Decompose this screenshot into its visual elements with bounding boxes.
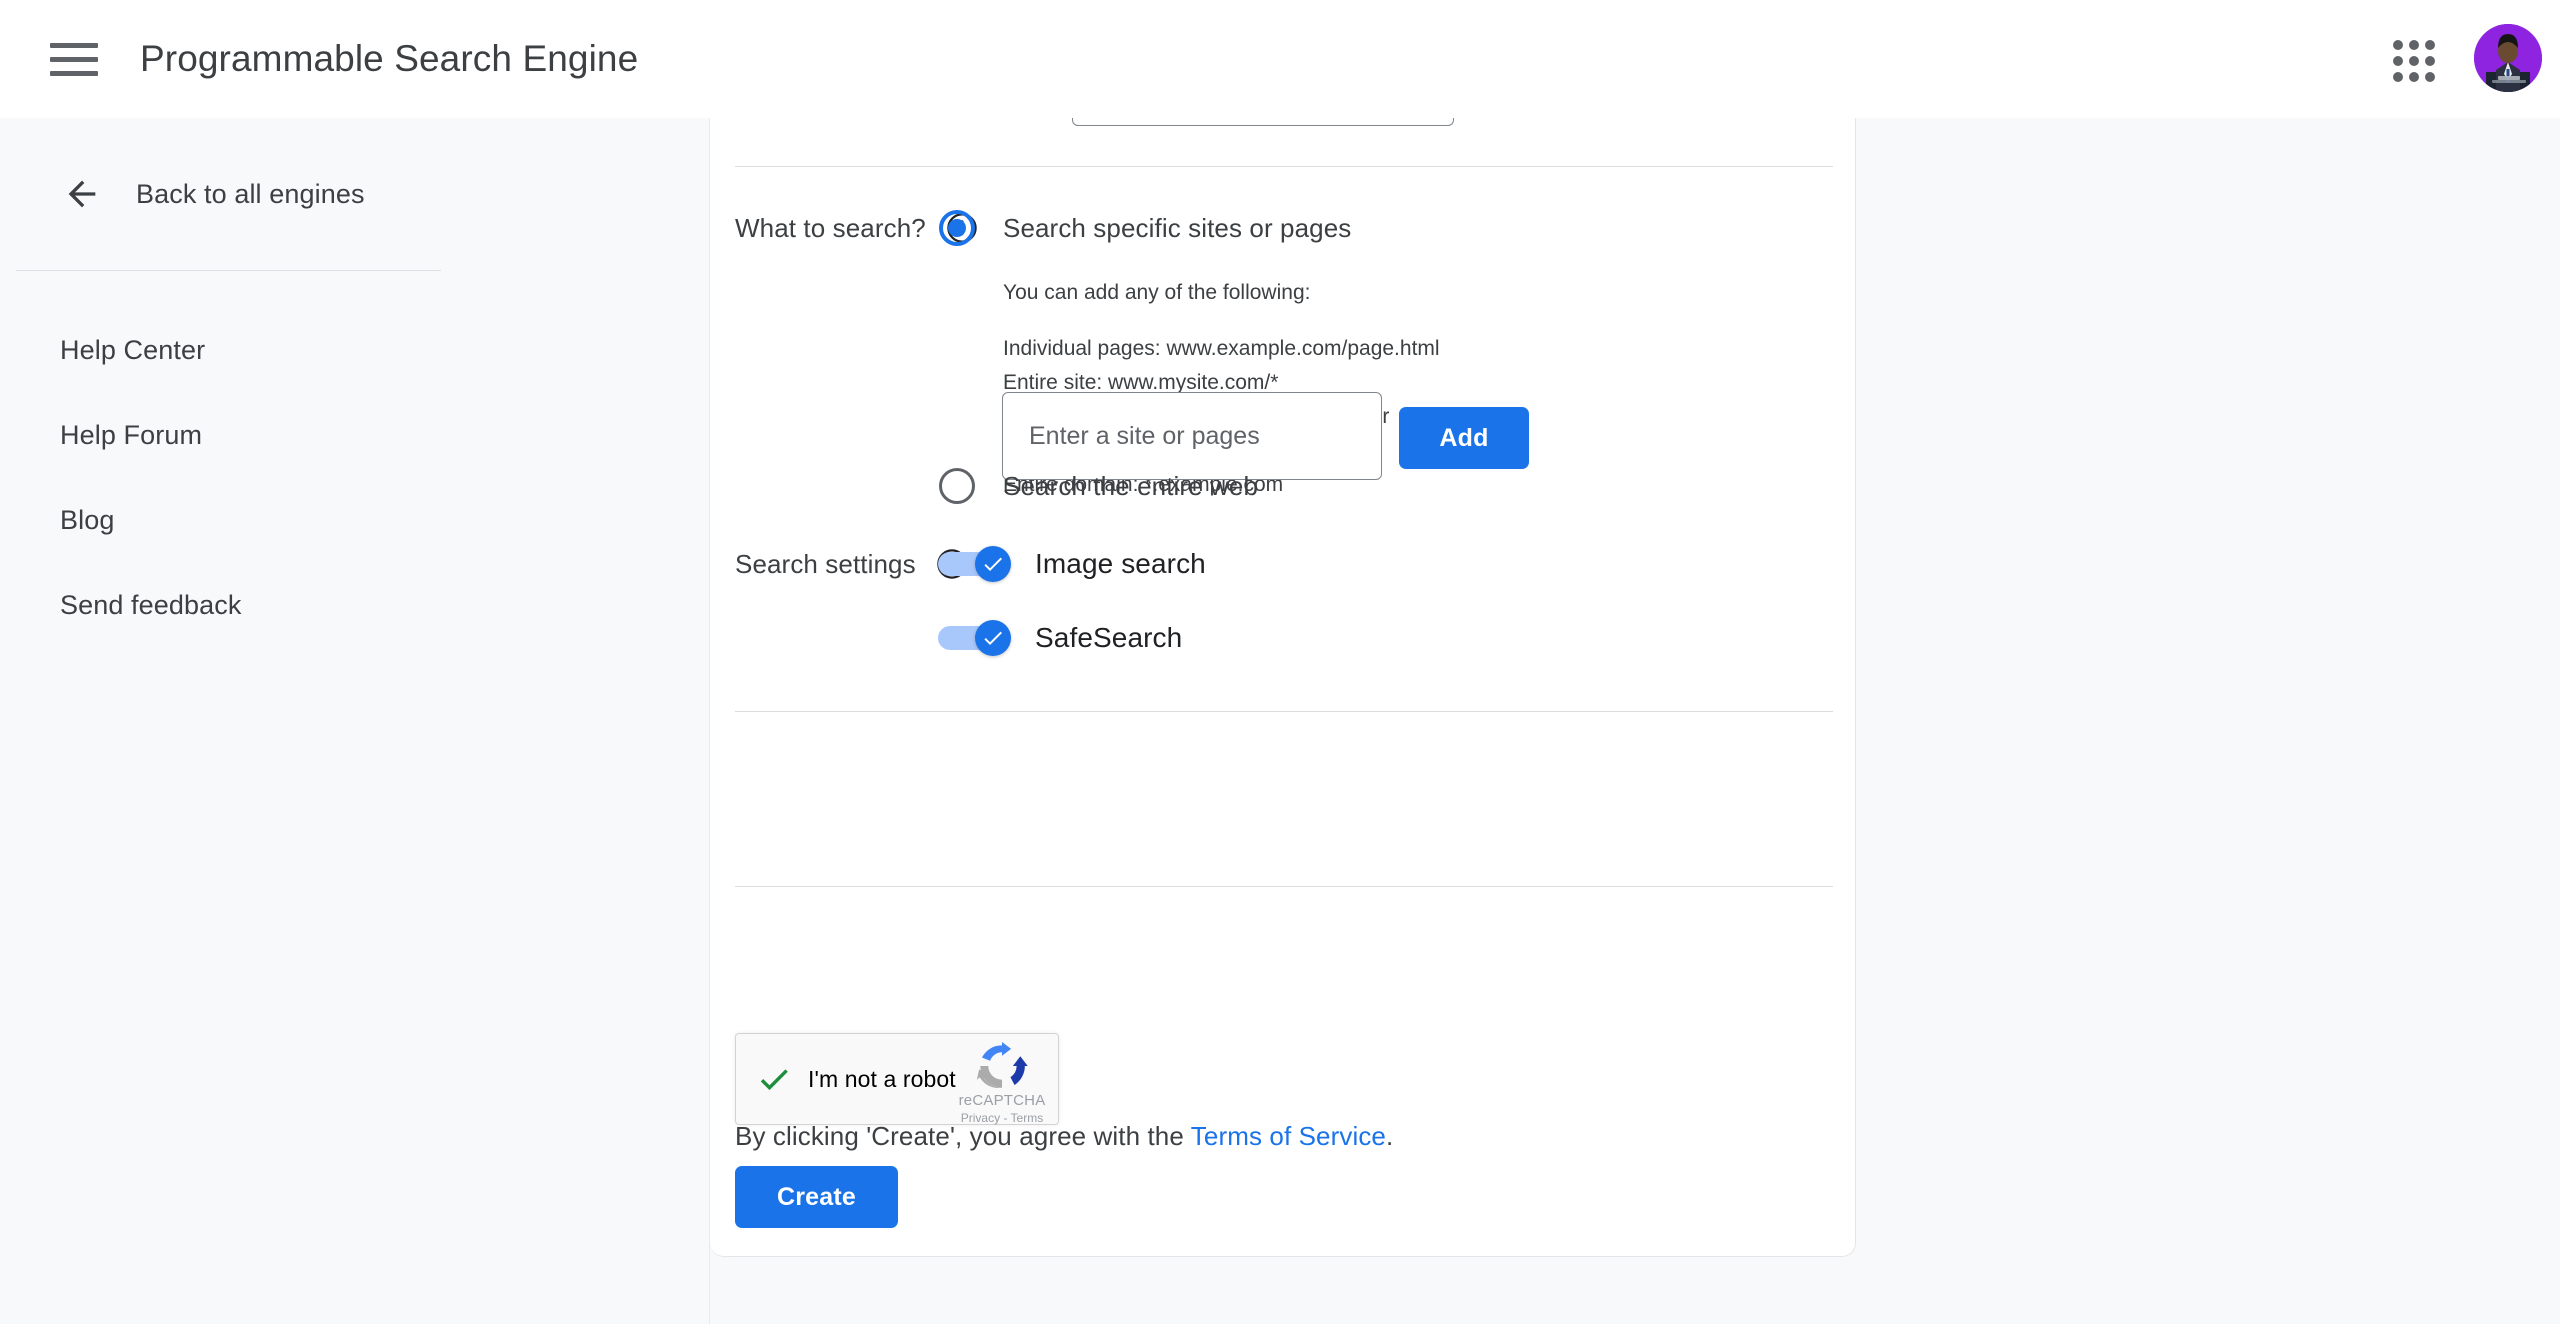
terms-prefix: By clicking 'Create', you agree with the [735, 1121, 1191, 1151]
terms-suffix: . [1386, 1121, 1393, 1151]
radio-entire-web-label: Search the entire web [1003, 471, 1258, 502]
radio-search-specific-sites[interactable]: Search specific sites or pages [939, 210, 1351, 246]
sidebar-item-help-forum[interactable]: Help Forum [0, 393, 709, 478]
apps-dot [2393, 40, 2403, 50]
check-icon [981, 626, 1005, 650]
apps-dot [2425, 40, 2435, 50]
apps-dot [2409, 40, 2419, 50]
search-settings-text: Search settings [735, 549, 916, 580]
create-engine-card: What to search? Search specific sites or… [710, 118, 1856, 1257]
engine-name-input-partial[interactable] [1072, 118, 1454, 126]
recaptcha-brand: reCAPTCHA Privacy - Terms [958, 1042, 1046, 1125]
recaptcha-label: I'm not a robot [808, 1066, 956, 1093]
add-site-button[interactable]: Add [1399, 407, 1529, 469]
sidebar: Back to all engines Help Center Help For… [0, 118, 710, 1324]
sidebar-item-send-feedback[interactable]: Send feedback [0, 563, 709, 648]
radio-entire-web-control[interactable] [939, 468, 975, 504]
add-site-row: Add [1002, 392, 1529, 480]
check-icon [981, 552, 1005, 576]
terms-agreement-text: By clicking 'Create', you agree with the… [735, 1121, 1393, 1152]
site-or-pages-input[interactable] [1002, 392, 1382, 480]
create-button[interactable]: Create [735, 1166, 898, 1228]
toggle-safesearch-control[interactable] [938, 620, 1011, 656]
section-divider [735, 886, 1833, 887]
back-to-all-engines-label: Back to all engines [136, 179, 365, 210]
apps-dot [2409, 72, 2419, 82]
recaptcha-logo-icon [974, 1042, 1030, 1090]
sidebar-item-label: Send feedback [60, 590, 241, 621]
site-help-line: Entire site: www.mysite.com/* [1003, 371, 1278, 394]
toggle-knob [975, 620, 1011, 656]
apps-dot [2425, 56, 2435, 66]
hamburger-bar [50, 57, 98, 62]
page-title: Programmable Search Engine [140, 30, 638, 88]
recaptcha-brand-name: reCAPTCHA [958, 1092, 1046, 1109]
apps-dot [2393, 72, 2403, 82]
what-to-search-text: What to search? [735, 213, 926, 244]
sidebar-item-label: Help Center [60, 335, 205, 366]
radio-dot [948, 219, 966, 237]
main-content-area: What to search? Search specific sites or… [710, 118, 2560, 1324]
radio-specific-sites-control[interactable] [939, 210, 975, 246]
toggle-image-search[interactable]: Image search [938, 546, 1206, 582]
back-to-all-engines-link[interactable]: Back to all engines [0, 118, 709, 270]
radio-specific-sites-label: Search specific sites or pages [1003, 213, 1351, 244]
search-settings-label: Search settings [735, 548, 968, 580]
toggle-safesearch[interactable]: SafeSearch [938, 620, 1182, 656]
sidebar-item-label: Help Forum [60, 420, 202, 451]
section-divider [735, 711, 1833, 712]
avatar[interactable] [2474, 24, 2542, 92]
toggle-image-search-label: Image search [1035, 548, 1206, 580]
help-spacer [1003, 310, 1703, 332]
green-check-icon [756, 1061, 792, 1097]
radio-search-entire-web[interactable]: Search the entire web [939, 468, 1258, 504]
terms-of-service-link[interactable]: Terms of Service [1191, 1121, 1386, 1151]
toggle-knob [975, 546, 1011, 582]
sidebar-item-help-center[interactable]: Help Center [0, 308, 709, 393]
avatar-photo [2474, 24, 2542, 92]
app-header: Programmable Search Engine [0, 0, 2560, 118]
apps-grid-icon[interactable] [2391, 38, 2435, 82]
hamburger-bar [50, 43, 98, 48]
apps-dot [2409, 56, 2419, 66]
sidebar-item-blog[interactable]: Blog [0, 478, 709, 563]
section-divider [735, 166, 1833, 167]
recaptcha-widget[interactable]: I'm not a robot reCAPTCHA Privacy - Term… [735, 1033, 1059, 1125]
apps-dot [2425, 72, 2435, 82]
toggle-image-search-control[interactable] [938, 546, 1011, 582]
hamburger-menu-icon[interactable] [50, 34, 120, 84]
sidebar-item-label: Blog [60, 505, 114, 536]
toggle-safesearch-label: SafeSearch [1035, 622, 1182, 654]
apps-dot [2393, 56, 2403, 66]
hamburger-bar [50, 71, 98, 76]
sidebar-links: Help Center Help Forum Blog Send feedbac… [0, 270, 709, 648]
arrow-left-icon [62, 174, 102, 214]
site-help-line: Individual pages: www.example.com/page.h… [1003, 337, 1440, 360]
site-help-intro: You can add any of the following: [1003, 281, 1310, 304]
